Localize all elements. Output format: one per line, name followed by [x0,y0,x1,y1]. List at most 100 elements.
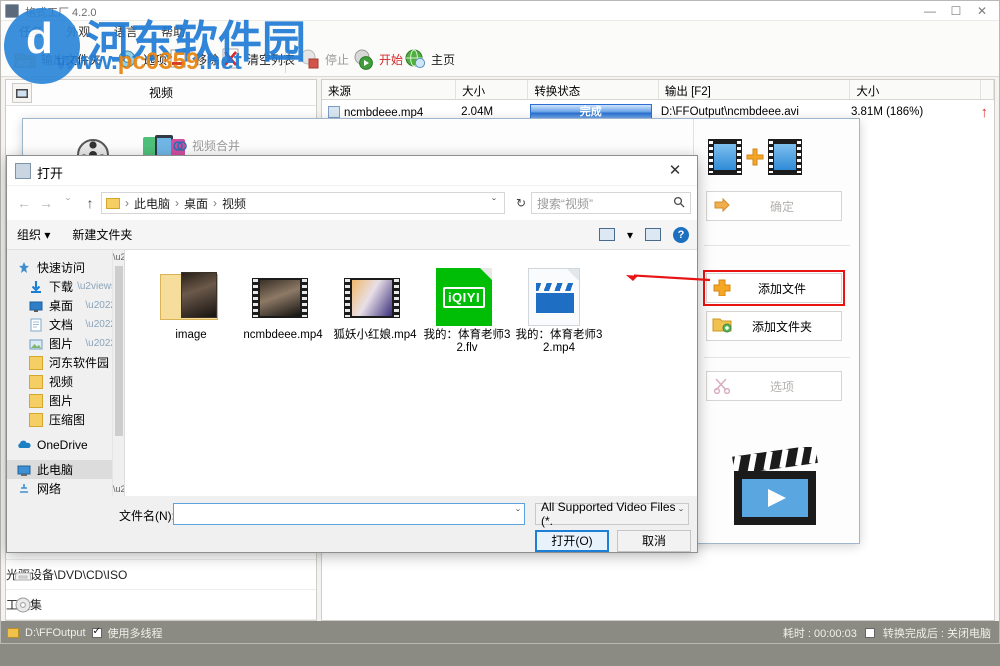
pin-icon[interactable]: \u2views [77,281,116,292]
open-dialog-command-bar: 组织 ▾ 新建文件夹 ▾ ? [7,220,697,250]
sidebar-item-this-pc[interactable]: 此电脑 [7,460,124,479]
toolbar-separator-1 [285,45,286,73]
refresh-icon[interactable]: ↻ [511,196,531,210]
open-dialog-title-bar: 打开 ✕ [7,156,697,186]
merge-options-button[interactable]: 选项 [706,371,842,401]
recent-locations-button[interactable]: ˇ [57,195,79,211]
breadcrumb-segment-desktop[interactable]: 桌面 [184,195,208,212]
open-button[interactable]: 打开(O) [535,530,609,552]
toolbar-clear-list-button[interactable]: 清空列表 [213,43,301,75]
list-item[interactable]: image [145,266,237,376]
sidebar-item-pictures-folder[interactable]: 图片 [7,391,124,410]
pin-star-icon [17,261,31,275]
filmstrip-left-icon [708,139,742,175]
sidebar-scrollbar[interactable]: \u25b2 \u25bc [112,250,124,496]
row-output-cell: D:\FFOutput\ncmbdeee.avi [660,106,799,118]
scroll-up-arrow[interactable]: \u25b2 [113,250,124,264]
chevron-down-icon[interactable]: ˇ [679,507,683,521]
sidebar-label-pictures: 图片 [49,337,74,351]
open-dialog-close-button[interactable]: ✕ [657,156,693,186]
column-header-extra[interactable] [981,80,994,99]
view-layout-icon[interactable] [598,228,615,241]
column-header-outsize[interactable]: 大小 [850,80,981,99]
sidebar-item-quick-access[interactable]: 快速访问 [7,258,124,277]
new-folder-button[interactable]: 新建文件夹 [72,226,132,243]
list-item[interactable]: iQIYI 我的：体育老师32.flv [421,266,513,376]
open-dialog-icon [15,163,31,179]
file-type-select[interactable]: All Supported Video Files (*. ˇ [535,500,689,528]
plus-orange-icon [746,148,764,166]
multithread-checkbox[interactable] [91,626,102,638]
scroll-down-arrow[interactable]: \u25bc [113,482,124,496]
close-button[interactable]: ✕ [969,1,995,21]
minimize-button[interactable]: — [917,1,943,21]
list-item[interactable]: 狐妖小红娘.mp4 [329,266,421,376]
gear-icon [115,47,139,71]
sidebar-item-onedrive[interactable]: OneDrive [7,435,124,454]
toolbar-home-label: 主页 [431,52,456,67]
merge-action-panel: 确定 添加文件 添加文件夹 选项 [693,119,859,543]
forward-button[interactable]: → [35,195,57,211]
sidebar-item-pictures[interactable]: 图片 \u2022 [7,334,124,353]
merge-divider-2 [704,357,850,358]
back-button[interactable]: ← [13,195,35,211]
list-item[interactable]: ncmbdeee.mp4 [237,266,329,376]
menu-item-appearance[interactable]: 外观 [56,21,100,42]
sidebar-item-downloads[interactable]: 下载 \u2views [7,277,124,296]
documents-icon [29,318,43,332]
add-file-button[interactable]: 添加文件 [703,270,845,306]
video-category-icon [12,83,32,103]
scrollbar-thumb[interactable] [115,266,123,436]
status-output-path[interactable]: D:\FFOutput [25,627,86,639]
maximize-button[interactable]: ☐ [943,1,969,21]
chevron-down-icon[interactable]: ▾ [627,228,633,242]
sidebar-item-video[interactable]: 视频 [7,372,124,391]
file-name: image [175,329,207,341]
row-size-cell: 2.04M [461,106,494,118]
merge-ok-button[interactable]: 确定 [706,191,842,221]
sidebar-item-documents[interactable]: 文档 \u2022 [7,315,124,334]
sidebar-item-network[interactable]: 网络 [7,479,124,496]
breadcrumb-segment-video[interactable]: 视频 [222,195,246,212]
chevron-down-icon[interactable]: ˇ [488,196,500,210]
menu-item-help[interactable]: 帮助 [151,21,195,42]
sidebar-item-compressed[interactable]: 压缩图 [7,410,124,429]
file-name: 狐妖小红娘.mp4 [333,329,417,341]
sidebar-label-compressed: 压缩图 [49,413,86,427]
onedrive-cloud-icon [17,438,31,452]
menu-bar: 任务 外观 语言 帮助 [1,21,999,41]
status-bar: D:\FFOutput 使用多线程 耗时 : 00:00:03 转换完成后 : … [1,621,999,643]
toolbar-clear-list-label: 清空列表 [247,52,296,67]
toolbar-output-folder-button[interactable]: 输出文件夹 [7,43,107,75]
up-arrow-icon[interactable]: ↑ [975,104,995,121]
open-dialog-nav-bar: ← → ˇ ↑ › 此电脑 › 桌面 › 视频 ˇ ↻ 搜索“视频” [7,186,697,220]
cancel-button[interactable]: 取消 [617,530,691,552]
category-item-disc[interactable]: 光驱设备\DVD\CD\ISO [6,560,316,590]
organize-button[interactable]: 组织 ▾ [17,226,50,243]
menu-item-tasks[interactable]: 任务 [9,21,53,42]
sidebar-item-desktop[interactable]: 桌面 \u2022 [7,296,124,315]
filename-input[interactable]: ˇ [173,503,525,525]
breadcrumb[interactable]: › 此电脑 › 桌面 › 视频 ˇ [101,192,505,214]
sidebar-item-hedong[interactable]: 河东软件园 [7,353,124,372]
search-input[interactable]: 搜索“视频” [531,192,691,214]
toolbar-home-button[interactable]: 主页 [397,43,461,75]
column-header-status[interactable]: 转换状态 [528,80,659,99]
sidebar-label-documents: 文档 [49,318,74,332]
chevron-down-icon[interactable]: ˇ [516,507,520,521]
up-button[interactable]: ↑ [79,195,101,211]
help-icon[interactable]: ? [673,226,689,243]
breadcrumb-segment-this-pc[interactable]: 此电脑 [134,195,170,212]
after-convert-checkbox[interactable] [864,628,875,638]
column-header-size[interactable]: 大小 [456,80,529,99]
list-item[interactable]: 我的：体育老师32.mp4 [513,266,605,376]
column-header-source[interactable]: 来源 [322,80,457,99]
menu-item-language[interactable]: 语言 [104,21,148,42]
scissors-options-icon [707,376,737,397]
iqiyi-thumb: iQIYI [436,266,498,326]
ok-arrow-icon [707,197,737,216]
add-folder-button[interactable]: 添加文件夹 [706,311,842,341]
preview-pane-icon[interactable] [645,228,661,241]
category-item-toolbox[interactable]: 工具集 [6,590,316,620]
column-header-output[interactable]: 输出 [F2] [659,80,851,99]
